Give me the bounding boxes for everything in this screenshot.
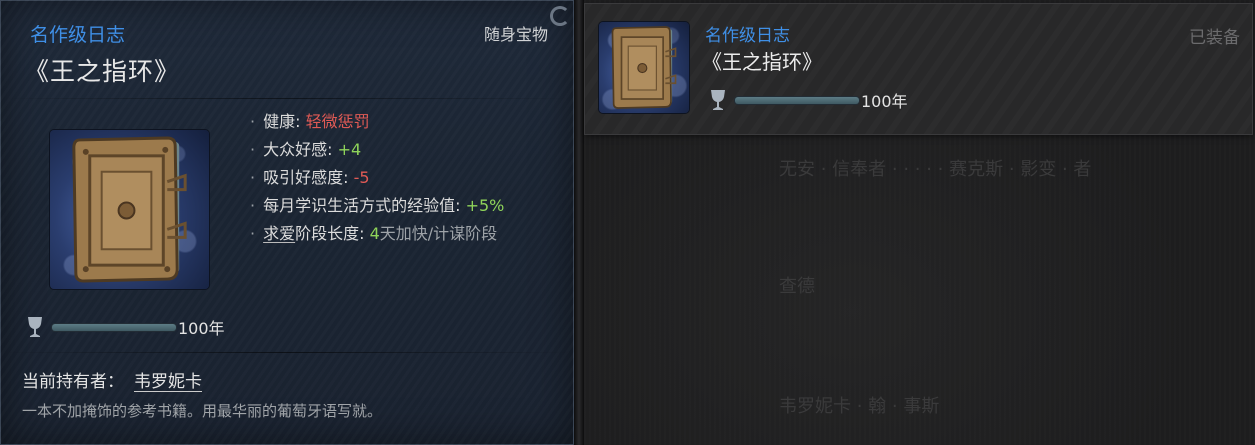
item-tooltip: 名作级日志 随身宝物 《王之指环》 · 健康: 轻微惩罚 · 大众好感: +4 · 吸…	[0, 0, 574, 445]
durability: 100年	[26, 315, 225, 339]
stat-courtship: · 求爱阶段长度: 4天加快/计谋阶段	[250, 224, 498, 243]
stat-value: -5	[353, 168, 370, 187]
card-title: 《王之指环》	[702, 50, 822, 74]
panel-divider	[574, 0, 584, 445]
stat-value: +4	[337, 140, 362, 159]
stat-value: +5%	[465, 196, 505, 215]
faded-text: 韦罗妮卡 · 翰 · 事斯	[779, 396, 940, 417]
bullet-icon: ·	[250, 196, 256, 215]
flavor-text: 一本不加掩饰的参考书籍。用最华丽的葡萄牙语写就。	[22, 402, 383, 420]
bullet-icon: ·	[250, 140, 256, 159]
stat-popular-opinion: · 大众好感: +4	[250, 140, 362, 159]
card-category: 名作级日志	[705, 26, 790, 46]
card-durability: 100年	[709, 88, 908, 112]
goblet-icon	[28, 317, 42, 337]
faded-text: 查德	[779, 276, 815, 297]
stat-suffix: 天加快/计谋阶段	[379, 224, 498, 243]
item-title: 《王之指环》	[24, 57, 181, 86]
stat-value: 4	[369, 224, 380, 243]
owner-name-link[interactable]: 韦罗妮卡	[134, 372, 202, 392]
faded-text: 无安 · 信奉者 · · · · · 赛克斯 · 影变 · 者	[779, 159, 1092, 180]
owner-divider	[0, 352, 574, 353]
item-category: 名作级日志	[30, 24, 126, 46]
bullet-icon: ·	[250, 112, 256, 131]
durability-bar	[735, 96, 859, 104]
durability-text: 100年	[178, 319, 225, 338]
stat-value: 轻微惩罚	[305, 112, 370, 131]
equipped-status: 已装备	[1189, 28, 1240, 48]
owner-line: 当前持有者： 韦罗妮卡	[22, 367, 202, 392]
bullet-icon: ·	[250, 168, 256, 187]
book-icon	[50, 130, 209, 289]
item-type: 随身宝物	[483, 25, 548, 44]
goblet-icon	[711, 90, 725, 110]
header-divider	[0, 98, 574, 99]
courtship-link[interactable]: 求爱	[263, 224, 295, 243]
book-icon	[599, 22, 689, 113]
loading-spinner-icon	[550, 6, 570, 26]
durability-bar	[52, 323, 176, 331]
item-stats: · 健康: 轻微惩罚 · 大众好感: +4 · 吸引好感度: -5 · 每月学识生活方式…	[250, 108, 504, 248]
equipped-item-card[interactable]: 名作级日志 《王之指环》 已装备 100年	[585, 4, 1252, 134]
stat-learning-xp: · 每月学识生活方式的经验值: +5%	[250, 196, 505, 215]
stat-health: · 健康: 轻微惩罚	[250, 112, 370, 131]
owner-label: 当前持有者：	[22, 372, 124, 392]
bullet-icon: ·	[250, 224, 256, 243]
durability-text: 100年	[861, 92, 908, 111]
stat-attraction: · 吸引好感度: -5	[250, 168, 370, 187]
